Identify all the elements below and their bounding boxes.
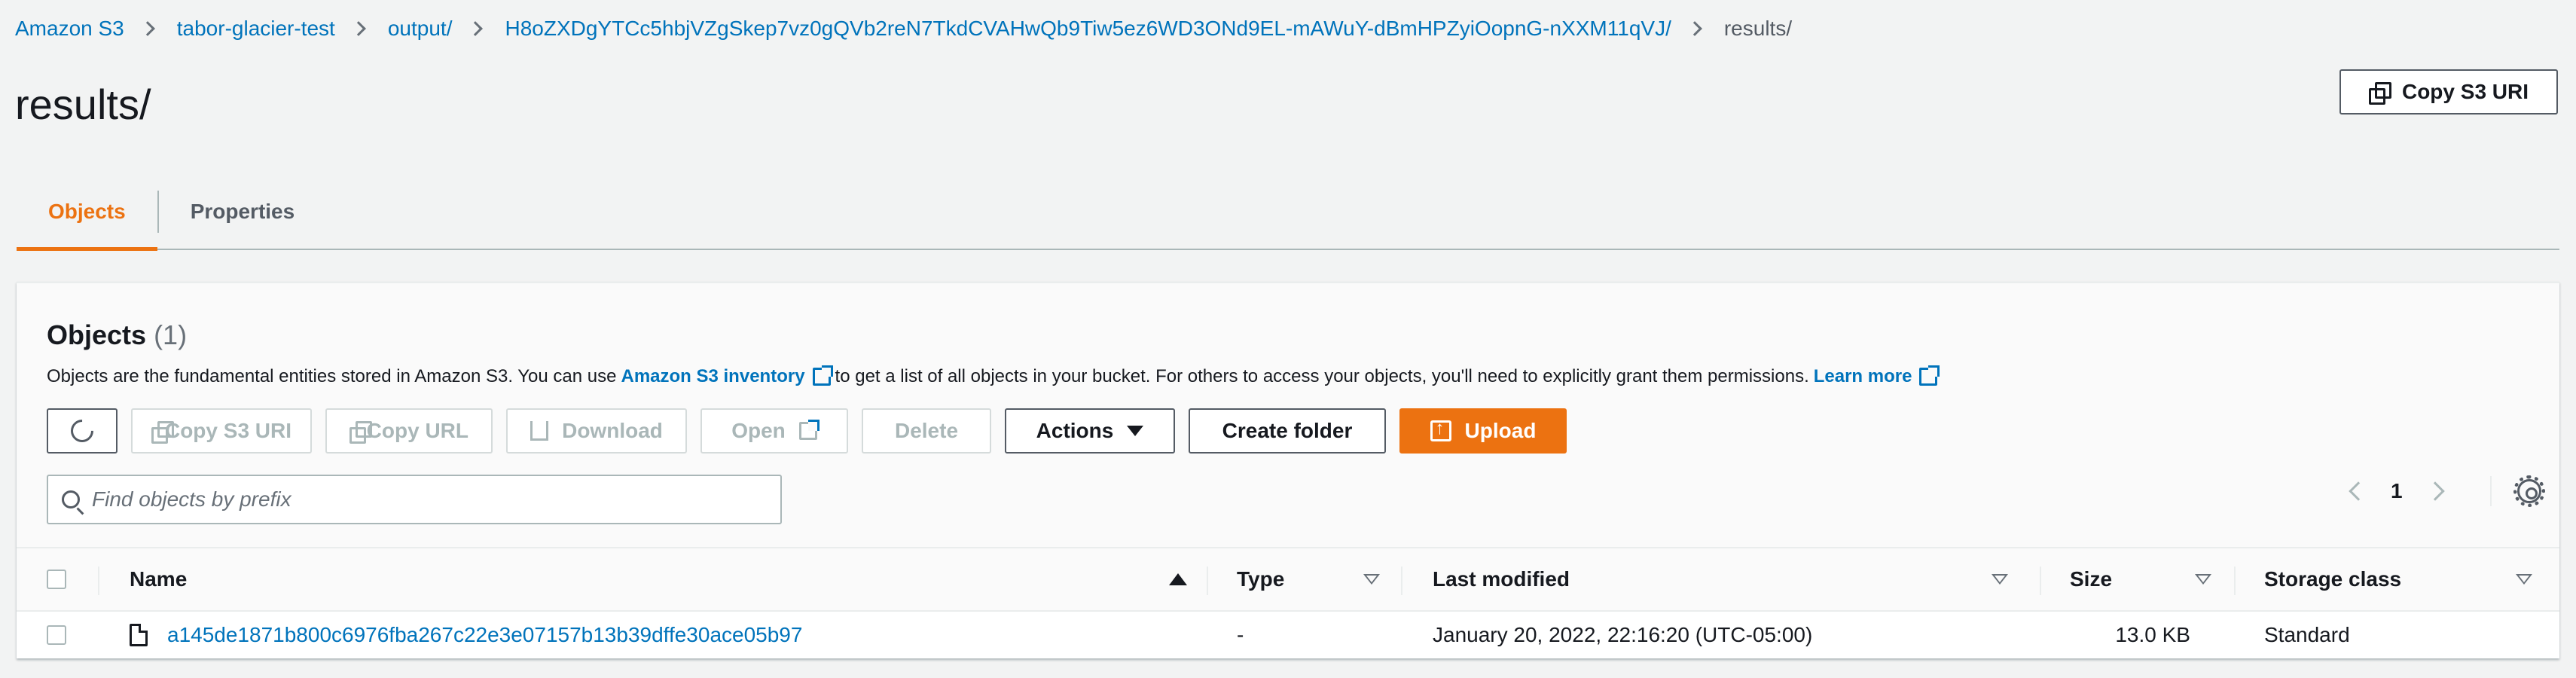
- column-header-name[interactable]: Name: [130, 548, 187, 610]
- download-button[interactable]: Download: [506, 408, 687, 454]
- refresh-button[interactable]: [47, 408, 118, 454]
- copy-icon: [2368, 82, 2391, 105]
- column-divider: [2234, 567, 2236, 595]
- column-divider: [2040, 567, 2041, 595]
- download-label: Download: [562, 419, 663, 442]
- open-button[interactable]: Open: [700, 408, 848, 454]
- objects-heading-label: Objects: [47, 319, 147, 350]
- actions-dropdown-button[interactable]: Actions: [1005, 408, 1175, 454]
- delete-button[interactable]: Delete: [862, 408, 991, 454]
- sort-storage-class-cell: [2516, 548, 2532, 610]
- sort-ascending-cell: [1169, 548, 1187, 610]
- sort-ascending-icon[interactable]: [1169, 573, 1187, 585]
- object-name-link[interactable]: a145de1871b800c6976fba267c22e3e07157b13b…: [167, 623, 802, 647]
- create-folder-label: Create folder: [1222, 419, 1353, 442]
- breadcrumb-amazon-s3[interactable]: Amazon S3: [15, 17, 124, 41]
- learn-more-link[interactable]: Learn more: [1813, 365, 1940, 387]
- actions-label: Actions: [1036, 419, 1114, 442]
- objects-desc-text-2: to get a list of all objects in your buc…: [835, 366, 1809, 386]
- delete-label: Delete: [894, 419, 959, 442]
- gear-icon[interactable]: [2513, 475, 2545, 507]
- tab-objects[interactable]: Objects: [17, 175, 157, 251]
- select-all-cell: [47, 548, 66, 610]
- copy-s3-uri-button[interactable]: Copy S3 URI: [131, 408, 312, 454]
- file-icon: [130, 624, 148, 646]
- column-header-type[interactable]: Type: [1237, 548, 1284, 610]
- upload-button[interactable]: Upload: [1399, 408, 1567, 454]
- sort-last-modified-cell: [1992, 548, 2008, 610]
- sort-descending-icon[interactable]: [1363, 574, 1380, 585]
- copy-s3-uri-header-label: Copy S3 URI: [2401, 80, 2529, 103]
- sort-descending-icon[interactable]: [2195, 574, 2211, 585]
- upload-label: Upload: [1464, 419, 1537, 442]
- objects-description: Objects are the fundamental entities sto…: [47, 365, 1942, 387]
- tab-properties[interactable]: Properties: [159, 175, 327, 249]
- select-all-checkbox[interactable]: [47, 570, 66, 589]
- copy-s3-uri-header-button[interactable]: Copy S3 URI: [2339, 69, 2558, 115]
- search-field: [47, 475, 782, 524]
- open-label: Open: [731, 419, 786, 442]
- row-type-cell: -: [1237, 623, 1244, 646]
- chevron-right-icon: [350, 21, 366, 36]
- page-number[interactable]: 1: [2391, 479, 2403, 503]
- external-link-icon: [1919, 365, 1940, 386]
- sort-type-cell: [1363, 548, 1380, 610]
- objects-panel-header: Objects (1) Objects are the fundamental …: [17, 283, 2559, 547]
- row-last-modified-cell: January 20, 2022, 22:16:20 (UTC-05:00): [1433, 623, 1813, 646]
- pager-divider: [2489, 476, 2492, 506]
- column-header-size[interactable]: Size: [2070, 548, 2112, 610]
- copy-url-label: Copy URL: [366, 419, 469, 442]
- objects-heading: Objects (1): [47, 319, 187, 351]
- chevron-right-icon: [1686, 21, 1702, 36]
- column-divider: [1207, 567, 1208, 595]
- upload-icon: [1430, 418, 1451, 441]
- create-folder-button[interactable]: Create folder: [1189, 408, 1386, 454]
- breadcrumb: Amazon S3 tabor-glacier-test output/ H8o…: [15, 17, 1792, 41]
- breadcrumb-bucket[interactable]: tabor-glacier-test: [177, 17, 335, 41]
- column-header-storage-class[interactable]: Storage class: [2264, 548, 2401, 610]
- copy-url-button[interactable]: Copy URL: [325, 408, 493, 454]
- row-name-cell: a145de1871b800c6976fba267c22e3e07157b13b…: [130, 612, 802, 658]
- search-icon: [62, 490, 80, 508]
- amazon-s3-inventory-link[interactable]: Amazon S3 inventory: [621, 365, 833, 387]
- sort-descending-icon[interactable]: [1992, 574, 2008, 585]
- table-header: Name Type Last modified Size Storage cla…: [17, 547, 2559, 612]
- search-input[interactable]: [92, 487, 770, 512]
- download-icon: [530, 421, 549, 441]
- copy-s3-uri-label: Copy S3 URI: [164, 419, 292, 442]
- breadcrumb-prefix[interactable]: H8oZXDgYTCc5hbjVZgSkep7vz0gQVb2reN7TkdCV…: [505, 17, 1671, 41]
- row-storage-class-cell: Standard: [2264, 623, 2350, 646]
- copy-icon: [349, 421, 371, 444]
- sort-size-cell: [2195, 548, 2211, 610]
- page-title: results/: [15, 81, 151, 128]
- row-checkbox[interactable]: [47, 625, 66, 645]
- pagination: 1: [2349, 475, 2545, 507]
- row-size-cell: 13.0 KB: [2115, 623, 2190, 646]
- objects-count: (1): [154, 319, 188, 350]
- sort-descending-icon[interactable]: [2516, 574, 2532, 585]
- chevron-right-icon: [139, 21, 155, 36]
- tab-list: Objects Properties: [17, 175, 2559, 251]
- column-header-last-modified[interactable]: Last modified: [1433, 548, 1570, 610]
- learn-more-label: Learn more: [1813, 366, 1912, 386]
- breadcrumb-output[interactable]: output/: [388, 17, 453, 41]
- objects-desc-text-1: Objects are the fundamental entities sto…: [47, 366, 617, 386]
- row-select-cell: [47, 612, 66, 658]
- external-link-icon: [812, 365, 833, 386]
- inventory-link-label: Amazon S3 inventory: [621, 366, 805, 386]
- caret-down-icon: [1127, 426, 1144, 436]
- refresh-icon: [66, 414, 99, 447]
- breadcrumb-current: results/: [1723, 17, 1793, 40]
- table-row: a145de1871b800c6976fba267c22e3e07157b13b…: [17, 612, 2559, 658]
- chevron-left-icon[interactable]: [2349, 481, 2368, 501]
- objects-panel: Objects (1) Objects are the fundamental …: [17, 282, 2559, 658]
- external-link-icon: [798, 420, 819, 440]
- objects-toolbar: Copy S3 URI Copy URL Download Open Delet…: [47, 408, 1567, 454]
- column-divider: [98, 567, 99, 595]
- chevron-right-icon: [468, 21, 484, 36]
- column-divider: [1401, 567, 1402, 595]
- chevron-right-icon[interactable]: [2425, 481, 2445, 501]
